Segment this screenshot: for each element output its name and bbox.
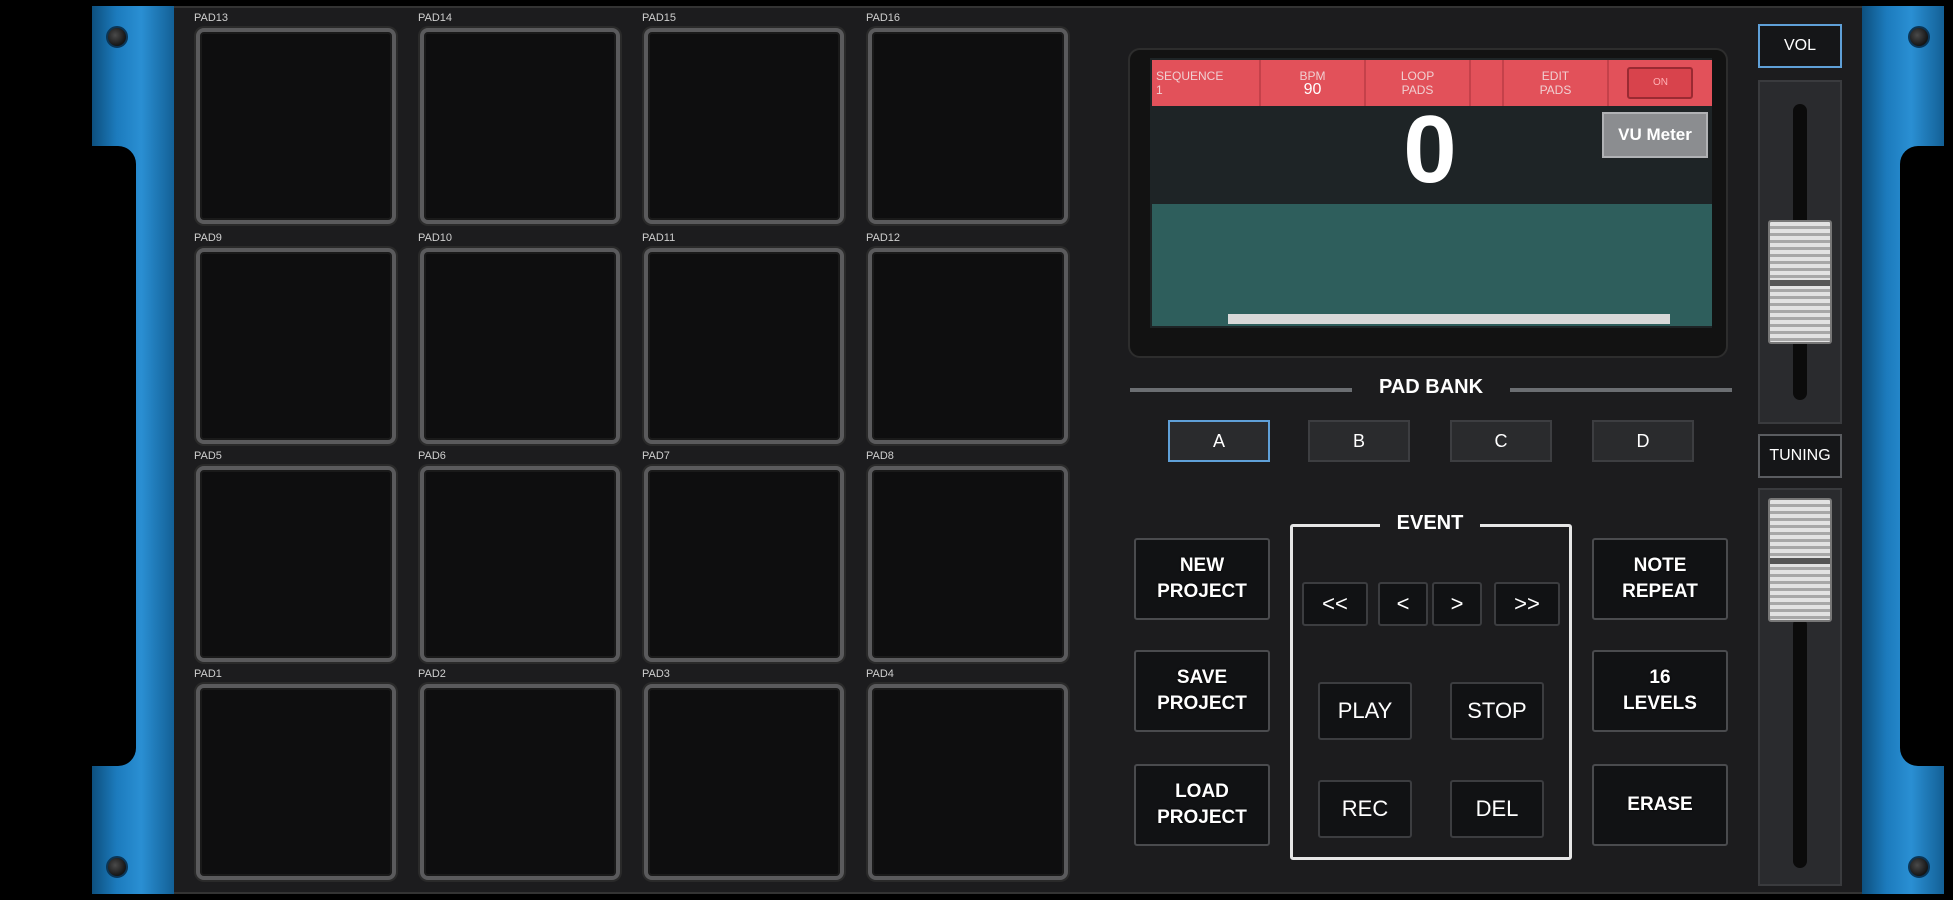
bpm-value: 90 [1303,81,1322,98]
new-project-button[interactable]: NEW PROJECT [1134,538,1270,620]
pad-label: PAD9 [194,232,222,244]
drum-pad[interactable] [868,466,1068,662]
tuning-fader-knob[interactable] [1768,498,1832,622]
pad-label: PAD11 [642,232,676,244]
drum-pad[interactable] [644,28,844,224]
pad-bank-title: PAD BANK [1378,376,1484,398]
pad-bank-d-button[interactable]: D [1592,420,1694,462]
vol-button[interactable]: VOL [1758,24,1842,68]
erase-button[interactable]: ERASE [1592,764,1728,846]
pad-label: PAD14 [418,12,453,24]
rewind-button[interactable]: << [1302,582,1368,626]
tuning-fader-slot [1793,618,1807,868]
pad-label: PAD7 [642,450,670,462]
pad-label: PAD8 [866,450,894,462]
drum-pad[interactable] [644,684,844,880]
sequence-progress-bar [1228,314,1670,324]
vu-meter-button[interactable]: VU Meter [1602,112,1708,158]
screw-icon [106,26,128,48]
waveform-area [1152,204,1712,326]
pad-label: PAD5 [194,450,222,462]
delete-button[interactable]: DEL [1450,780,1544,838]
pad-label: PAD6 [418,450,446,462]
drum-pad[interactable] [868,248,1068,444]
drum-pad[interactable] [196,28,396,224]
drum-pad[interactable] [420,466,620,662]
lcd-bpm[interactable]: BPM 90 [1261,60,1367,106]
lcd-edit-pads[interactable]: EDIT PADS [1504,60,1609,106]
drum-pad[interactable] [644,466,844,662]
sequence-counter: 0 [1403,96,1457,203]
drum-pad[interactable] [196,466,396,662]
event-title: EVENT [1380,508,1480,538]
screw-icon [106,856,128,878]
pad-label: PAD10 [418,232,453,244]
next-step-button[interactable]: > [1432,582,1482,626]
pad-bank-b-button[interactable]: B [1308,420,1410,462]
vol-fader-track [1758,80,1842,424]
tuning-fader-track [1758,488,1842,886]
fast-forward-button[interactable]: >> [1494,582,1560,626]
load-project-button[interactable]: LOAD PROJECT [1134,764,1270,846]
drum-pad[interactable] [644,248,844,444]
pad-label: PAD1 [194,668,222,680]
screw-icon [1908,26,1930,48]
lcd-toggle-switch[interactable]: ON [1627,67,1694,99]
ear-handle-left [92,146,136,766]
pad-label: PAD16 [866,12,901,24]
divider [1130,388,1352,392]
drum-pad[interactable] [196,248,396,444]
pad-bank-a-button[interactable]: A [1168,420,1270,462]
drum-pad[interactable] [868,684,1068,880]
ear-handle-right [1900,146,1944,766]
pad-label: PAD2 [418,668,446,680]
pad-label: PAD15 [642,12,677,24]
play-button[interactable]: PLAY [1318,682,1412,740]
vol-fader-knob[interactable] [1768,220,1832,344]
drum-pad[interactable] [420,684,620,880]
prev-step-button[interactable]: < [1378,582,1428,626]
sixteen-levels-button[interactable]: 16 LEVELS [1592,650,1728,732]
rec-button[interactable]: REC [1318,780,1412,838]
rack-ear-right [1862,6,1944,894]
stop-button[interactable]: STOP [1450,682,1544,740]
pad-label: PAD3 [642,668,670,680]
note-repeat-button[interactable]: NOTE REPEAT [1592,538,1728,620]
pad-label: PAD12 [866,232,901,244]
sequence-value: 1 [1156,83,1163,97]
drum-pad[interactable] [420,248,620,444]
save-project-button[interactable]: SAVE PROJECT [1134,650,1270,732]
lcd-sequence[interactable]: SEQUENCE 1 [1152,60,1262,106]
lcd-toggle-cell: ON [1609,60,1712,106]
pad-bank-c-button[interactable]: C [1450,420,1552,462]
divider [1510,388,1732,392]
drum-pad[interactable] [196,684,396,880]
pad-label: PAD4 [866,668,894,680]
tuning-button[interactable]: TUNING [1758,434,1842,478]
pad-label: PAD13 [194,12,229,24]
sequence-label: SEQUENCE [1156,69,1224,83]
rack-ear-left [92,6,174,894]
screw-icon [1908,856,1930,878]
drum-pad[interactable] [420,28,620,224]
drum-pad[interactable] [868,28,1068,224]
